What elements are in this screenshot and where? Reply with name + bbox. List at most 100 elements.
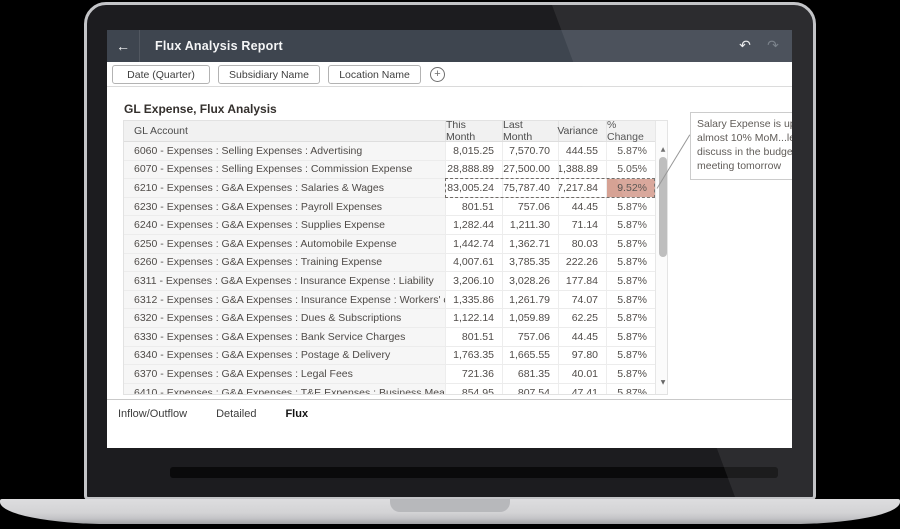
cell-pct-change[interactable]: 5.87% bbox=[606, 142, 655, 160]
cell-last-month[interactable]: 1,665.55 bbox=[502, 347, 558, 365]
cell-gl-account[interactable]: 6340 - Expenses : G&A Expenses : Postage… bbox=[124, 347, 445, 365]
cell-this-month[interactable]: 83,005.24 bbox=[445, 179, 502, 197]
cell-gl-account[interactable]: 6410 - Expenses : G&A Expenses : T&E Exp… bbox=[124, 384, 445, 394]
cell-variance[interactable]: 44.45 bbox=[558, 328, 606, 346]
cell-pct-change[interactable]: 5.87% bbox=[606, 291, 655, 309]
cell-pct-change[interactable]: 5.87% bbox=[606, 347, 655, 365]
cell-this-month[interactable]: 1,442.74 bbox=[445, 235, 502, 253]
scrollbar-down-icon[interactable]: ▼ bbox=[656, 379, 668, 386]
cell-variance[interactable]: 1,388.89 bbox=[558, 161, 606, 179]
column-header-last-month[interactable]: Last Month bbox=[502, 121, 558, 141]
filter-chip-location-name[interactable]: Location Name bbox=[328, 65, 421, 84]
cell-pct-change[interactable]: 5.87% bbox=[606, 216, 655, 234]
table-row[interactable]: 6320 - Expenses : G&A Expenses : Dues & … bbox=[124, 309, 655, 328]
cell-this-month[interactable]: 854.95 bbox=[445, 384, 502, 394]
cell-variance[interactable]: 71.14 bbox=[558, 216, 606, 234]
cell-last-month[interactable]: 3,785.35 bbox=[502, 254, 558, 272]
cell-variance[interactable]: 62.25 bbox=[558, 309, 606, 327]
cell-variance[interactable]: 222.26 bbox=[558, 254, 606, 272]
cell-last-month[interactable]: 757.06 bbox=[502, 328, 558, 346]
cell-this-month[interactable]: 1,122.14 bbox=[445, 309, 502, 327]
cell-last-month[interactable]: 1,059.89 bbox=[502, 309, 558, 327]
tab-flux[interactable]: Flux bbox=[285, 408, 308, 420]
cell-variance[interactable]: 177.84 bbox=[558, 272, 606, 290]
cell-gl-account[interactable]: 6260 - Expenses : G&A Expenses : Trainin… bbox=[124, 254, 445, 272]
cell-pct-change[interactable]: 5.87% bbox=[606, 235, 655, 253]
table-scrollbar[interactable]: ▲ ▼ bbox=[655, 121, 667, 394]
cell-gl-account[interactable]: 6330 - Expenses : G&A Expenses : Bank Se… bbox=[124, 328, 445, 346]
table-row[interactable]: 6330 - Expenses : G&A Expenses : Bank Se… bbox=[124, 328, 655, 347]
cell-variance[interactable]: 97.80 bbox=[558, 347, 606, 365]
cell-gl-account[interactable]: 6210 - Expenses : G&A Expenses : Salarie… bbox=[124, 179, 445, 197]
tab-detailed[interactable]: Detailed bbox=[216, 408, 256, 420]
cell-gl-account[interactable]: 6070 - Expenses : Selling Expenses : Com… bbox=[124, 161, 445, 179]
scrollbar-up-icon[interactable]: ▲ bbox=[656, 146, 668, 153]
cell-variance[interactable]: 40.01 bbox=[558, 365, 606, 383]
cell-variance[interactable]: 444.55 bbox=[558, 142, 606, 160]
cell-this-month[interactable]: 3,206.10 bbox=[445, 272, 502, 290]
column-header-gl-account[interactable]: GL Account bbox=[124, 121, 445, 141]
table-row[interactable]: 6370 - Expenses : G&A Expenses : Legal F… bbox=[124, 365, 655, 384]
undo-icon[interactable]: ↶ bbox=[735, 30, 755, 62]
table-row[interactable]: 6230 - Expenses : G&A Expenses : Payroll… bbox=[124, 198, 655, 217]
cell-variance[interactable]: 44.45 bbox=[558, 198, 606, 216]
cell-this-month[interactable]: 801.51 bbox=[445, 328, 502, 346]
filter-chip-subsidiary-name[interactable]: Subsidiary Name bbox=[218, 65, 320, 84]
cell-gl-account[interactable]: 6240 - Expenses : G&A Expenses : Supplie… bbox=[124, 216, 445, 234]
cell-pct-change[interactable]: 5.87% bbox=[606, 254, 655, 272]
cell-variance[interactable]: 47.41 bbox=[558, 384, 606, 394]
cell-gl-account[interactable]: 6311 - Expenses : G&A Expenses : Insuran… bbox=[124, 272, 445, 290]
table-row[interactable]: 6340 - Expenses : G&A Expenses : Postage… bbox=[124, 347, 655, 366]
table-row[interactable]: 6060 - Expenses : Selling Expenses : Adv… bbox=[124, 142, 655, 161]
cell-gl-account[interactable]: 6370 - Expenses : G&A Expenses : Legal F… bbox=[124, 365, 445, 383]
back-button[interactable]: ← bbox=[107, 30, 140, 62]
cell-gl-account[interactable]: 6250 - Expenses : G&A Expenses : Automob… bbox=[124, 235, 445, 253]
cell-variance[interactable]: 7,217.84 bbox=[558, 179, 606, 197]
cell-this-month[interactable]: 1,282.44 bbox=[445, 216, 502, 234]
cell-last-month[interactable]: 7,570.70 bbox=[502, 142, 558, 160]
add-filter-icon[interactable]: + bbox=[430, 67, 445, 82]
cell-pct-change[interactable]: 5.87% bbox=[606, 272, 655, 290]
table-row[interactable]: 6240 - Expenses : G&A Expenses : Supplie… bbox=[124, 216, 655, 235]
cell-gl-account[interactable]: 6320 - Expenses : G&A Expenses : Dues & … bbox=[124, 309, 445, 327]
cell-gl-account[interactable]: 6230 - Expenses : G&A Expenses : Payroll… bbox=[124, 198, 445, 216]
cell-last-month[interactable]: 681.35 bbox=[502, 365, 558, 383]
table-row[interactable]: 6311 - Expenses : G&A Expenses : Insuran… bbox=[124, 272, 655, 291]
cell-pct-change[interactable]: 9.52% bbox=[606, 179, 655, 197]
cell-pct-change[interactable]: 5.87% bbox=[606, 309, 655, 327]
cell-pct-change[interactable]: 5.87% bbox=[606, 198, 655, 216]
cell-this-month[interactable]: 8,015.25 bbox=[445, 142, 502, 160]
cell-gl-account[interactable]: 6312 - Expenses : G&A Expenses : Insuran… bbox=[124, 291, 445, 309]
column-header-variance[interactable]: Variance bbox=[558, 121, 606, 141]
cell-variance[interactable]: 80.03 bbox=[558, 235, 606, 253]
table-row[interactable]: 6410 - Expenses : G&A Expenses : T&E Exp… bbox=[124, 384, 655, 394]
cell-last-month[interactable]: 1,211.30 bbox=[502, 216, 558, 234]
cell-last-month[interactable]: 27,500.00 bbox=[502, 161, 558, 179]
filter-chip-date-quarter[interactable]: Date (Quarter) bbox=[112, 65, 210, 84]
cell-variance[interactable]: 74.07 bbox=[558, 291, 606, 309]
tab-inflow-outflow[interactable]: Inflow/Outflow bbox=[118, 408, 187, 420]
column-header-pct-change[interactable]: % Change bbox=[606, 121, 655, 141]
table-row[interactable]: 6312 - Expenses : G&A Expenses : Insuran… bbox=[124, 291, 655, 310]
cell-this-month[interactable]: 1,763.35 bbox=[445, 347, 502, 365]
table-row[interactable]: 6250 - Expenses : G&A Expenses : Automob… bbox=[124, 235, 655, 254]
cell-this-month[interactable]: 721.36 bbox=[445, 365, 502, 383]
cell-this-month[interactable]: 1,335.86 bbox=[445, 291, 502, 309]
cell-last-month[interactable]: 3,028.26 bbox=[502, 272, 558, 290]
cell-pct-change[interactable]: 5.05% bbox=[606, 161, 655, 179]
table-row[interactable]: 6210 - Expenses : G&A Expenses : Salarie… bbox=[124, 179, 655, 198]
cell-pct-change[interactable]: 5.87% bbox=[606, 365, 655, 383]
cell-pct-change[interactable]: 5.87% bbox=[606, 328, 655, 346]
table-row[interactable]: 6260 - Expenses : G&A Expenses : Trainin… bbox=[124, 254, 655, 273]
column-header-this-month[interactable]: This Month bbox=[445, 121, 502, 141]
cell-last-month[interactable]: 1,362.71 bbox=[502, 235, 558, 253]
cell-this-month[interactable]: 801.51 bbox=[445, 198, 502, 216]
cell-this-month[interactable]: 4,007.61 bbox=[445, 254, 502, 272]
cell-last-month[interactable]: 1,261.79 bbox=[502, 291, 558, 309]
cell-this-month[interactable]: 28,888.89 bbox=[445, 161, 502, 179]
cell-last-month[interactable]: 757.06 bbox=[502, 198, 558, 216]
table-row[interactable]: 6070 - Expenses : Selling Expenses : Com… bbox=[124, 161, 655, 180]
cell-gl-account[interactable]: 6060 - Expenses : Selling Expenses : Adv… bbox=[124, 142, 445, 160]
cell-pct-change[interactable]: 5.87% bbox=[606, 384, 655, 394]
cell-last-month[interactable]: 75,787.40 bbox=[502, 179, 558, 197]
